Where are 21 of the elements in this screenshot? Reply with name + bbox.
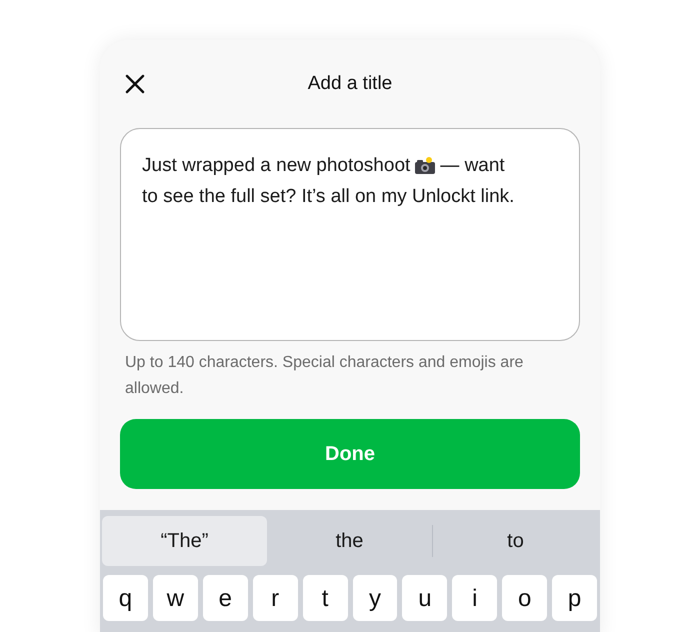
keyboard-key[interactable]: y [352, 575, 398, 621]
keyboard-key[interactable]: p [552, 575, 598, 621]
title-text: Just wrapped a new photoshoot [142, 154, 410, 178]
camera-flash-icon [414, 156, 436, 174]
keyboard-key[interactable]: w [152, 575, 198, 621]
suggestion-item[interactable]: to [433, 516, 598, 566]
keyboard-key[interactable]: r [252, 575, 298, 621]
keyboard-key[interactable]: q [103, 575, 148, 621]
dialog-title: Add a title [308, 72, 392, 96]
suggestion-item[interactable]: the [267, 516, 432, 566]
title-text: to see the full set? It’s all on my Unlockt link. [142, 185, 516, 209]
keyboard-key[interactable]: u [402, 575, 448, 621]
close-icon [125, 74, 145, 94]
helper-text: Up to 140 characters. Special characters and emojis are allowed. [125, 353, 524, 399]
title-textarea[interactable]: Just wrapped a new photoshoot — want to see the full set? It’s all on my Unlockt link. [120, 128, 580, 341]
keyboard-key[interactable]: t [302, 575, 348, 621]
suggestion-item[interactable]: “The” [102, 516, 267, 566]
keyboard-key[interactable]: e [202, 575, 248, 621]
title-text: — want [440, 154, 505, 178]
keyboard-key[interactable]: i [452, 575, 498, 621]
keyboard-key[interactable]: o [502, 575, 548, 621]
